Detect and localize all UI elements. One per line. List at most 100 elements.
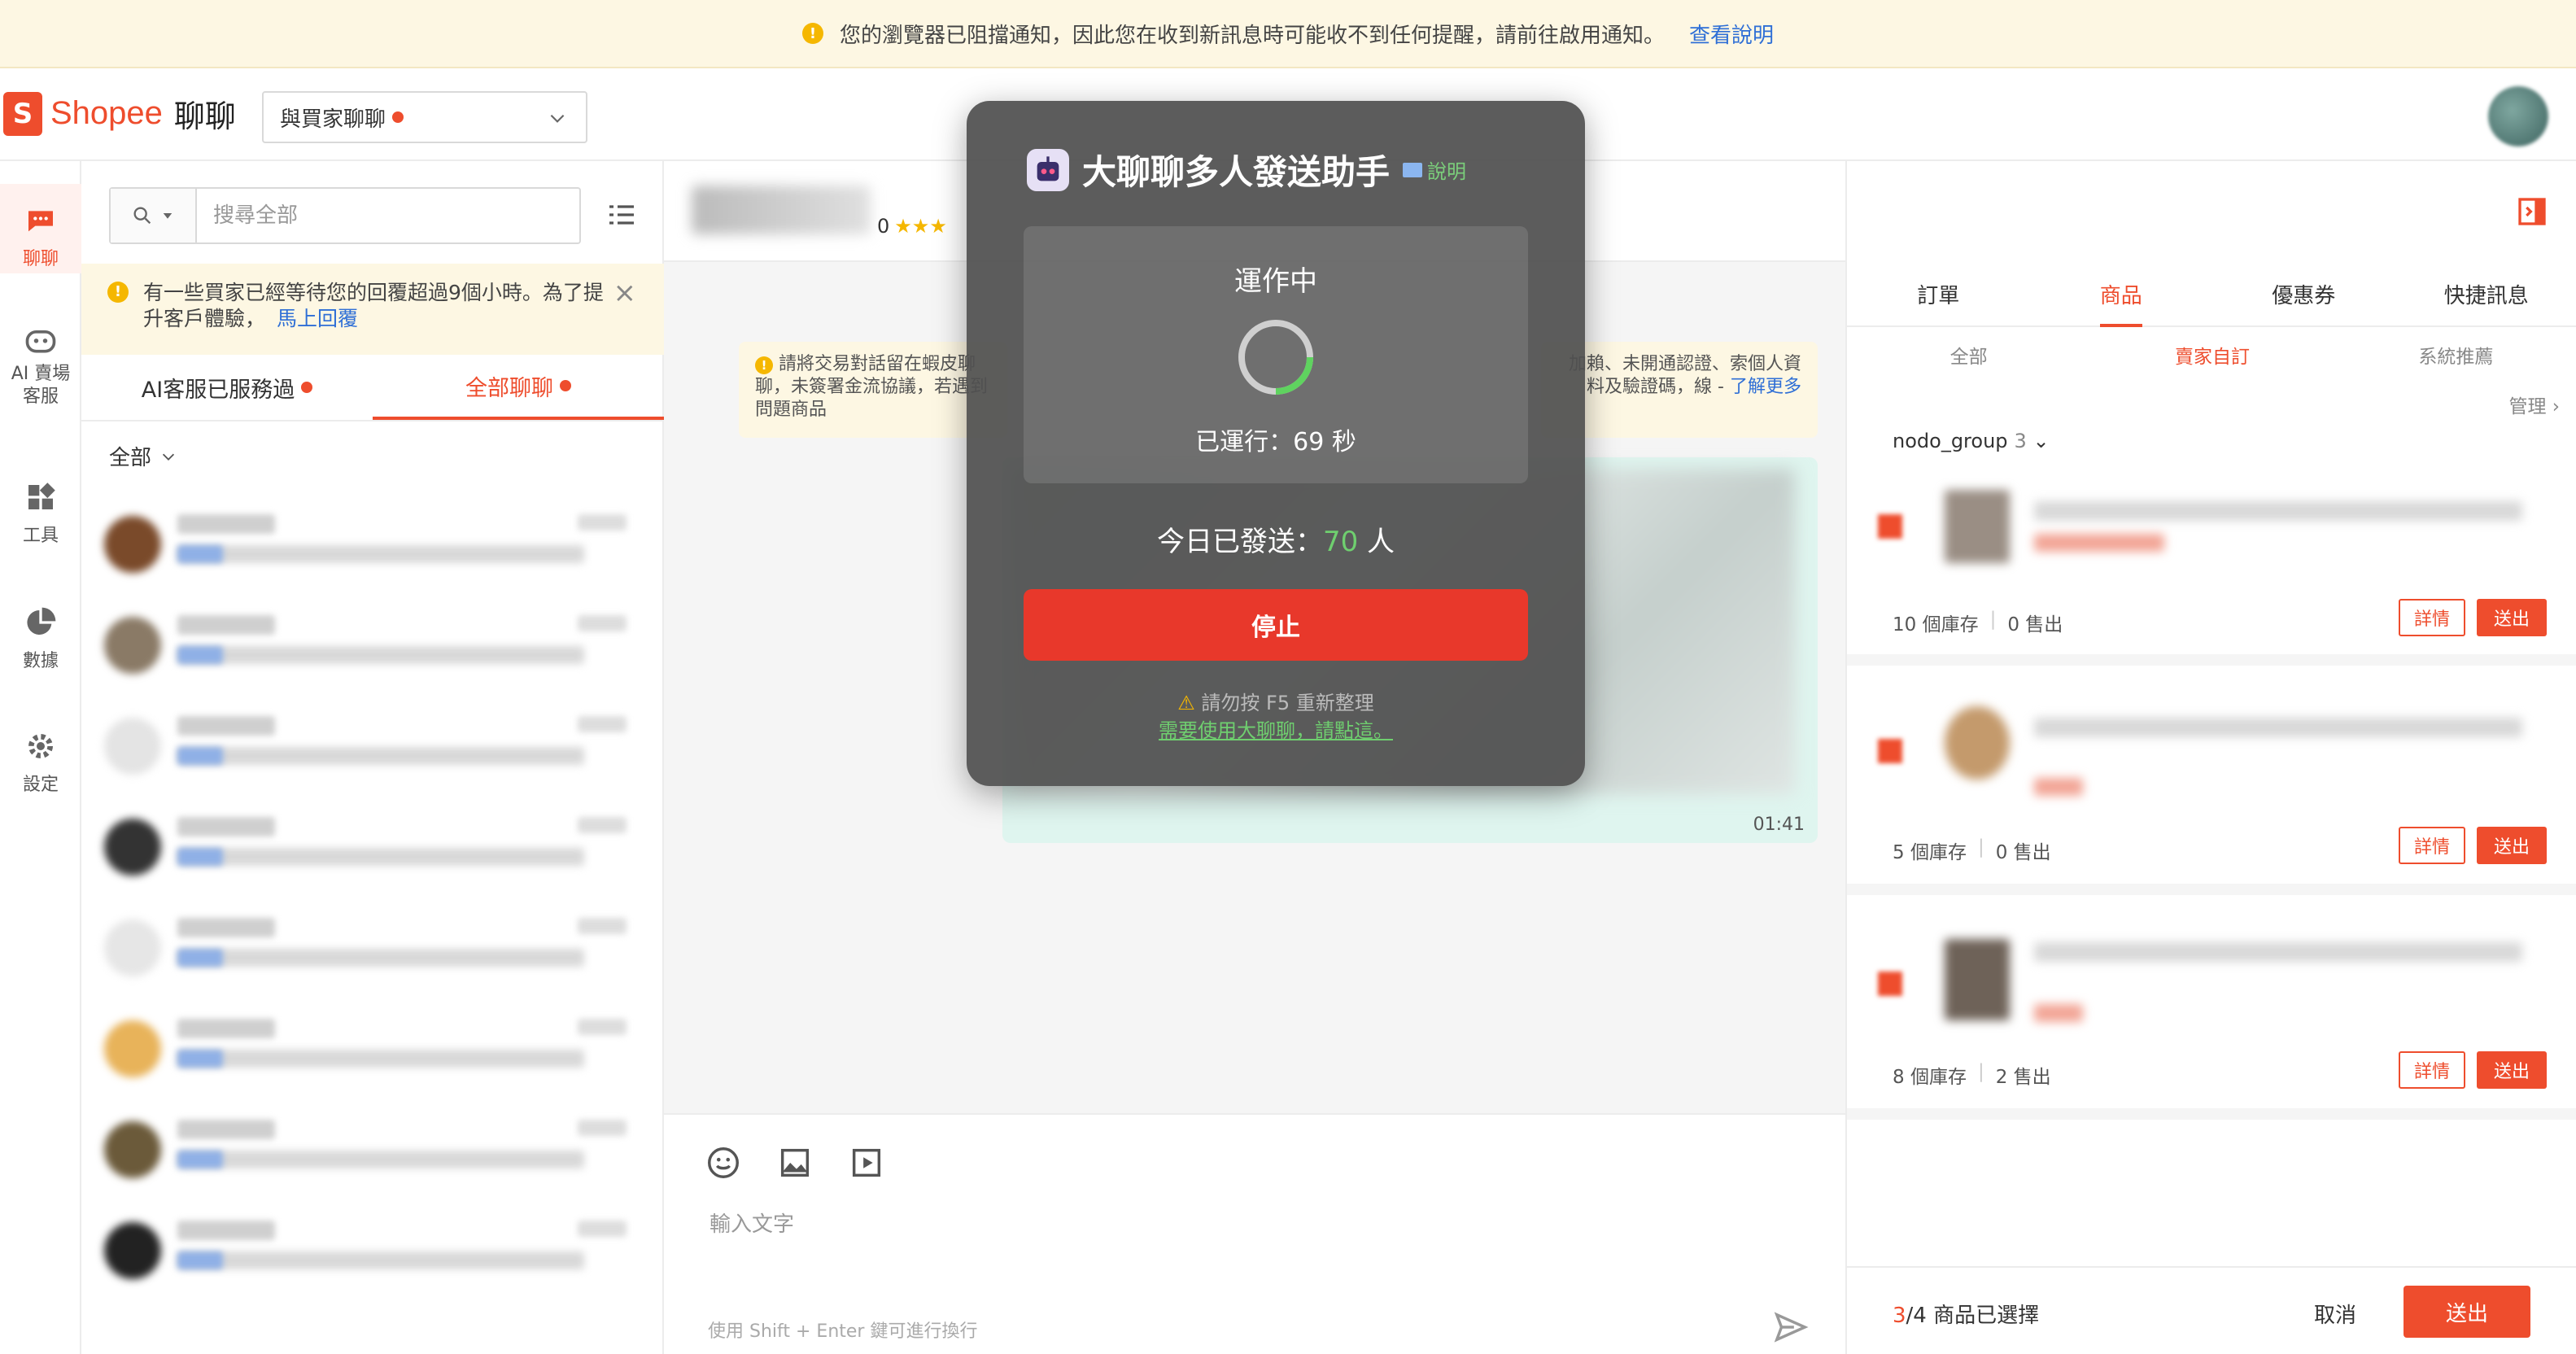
gear-icon — [22, 727, 59, 765]
tab-products[interactable]: 商品 — [2030, 262, 2213, 327]
nav-chat[interactable]: 聊聊 — [0, 184, 81, 273]
user-avatar[interactable] — [2488, 86, 2548, 146]
warning-triangle-icon: ⚠ — [1177, 692, 1195, 714]
product-detail-button[interactable]: 詳情 — [2399, 1051, 2465, 1089]
status-text: 運作中 — [1234, 265, 1317, 298]
collapse-panel-icon[interactable] — [2516, 195, 2548, 228]
emoji-icon[interactable] — [705, 1144, 742, 1181]
conversation-time — [578, 1120, 627, 1136]
product-detail-button[interactable]: 詳情 — [2399, 827, 2465, 864]
conversation-time — [578, 1221, 627, 1237]
avatar — [104, 617, 161, 674]
nav-chat-label: 聊聊 — [22, 249, 59, 269]
selected-count: 3/4 商品已選擇 — [1893, 1299, 2039, 1329]
nav-ai-service[interactable]: AI 賣場客服 — [0, 321, 81, 408]
list-item[interactable] — [81, 895, 664, 996]
nav-data[interactable]: 數據 — [0, 604, 81, 672]
nav-settings[interactable]: 設定 — [0, 727, 81, 796]
buyer-info[interactable] — [692, 186, 871, 234]
image-icon[interactable] — [776, 1144, 814, 1181]
pie-chart-icon — [22, 604, 59, 641]
conversation-tabs: AI客服已服務過 全部聊聊 — [81, 355, 664, 421]
send-icon[interactable] — [1772, 1308, 1810, 1346]
message-input[interactable]: 輸入文字 — [709, 1208, 794, 1238]
conversation-preview — [177, 1050, 584, 1068]
filter-list-icon[interactable] — [605, 199, 638, 231]
list-item[interactable] — [81, 491, 664, 592]
product-sold: 2 售出 — [1995, 1067, 2051, 1088]
view-help-link[interactable]: 查看說明 — [1689, 19, 1774, 49]
tab-orders[interactable]: 訂單 — [1847, 262, 2030, 325]
list-item[interactable] — [81, 693, 664, 794]
subtab-all[interactable]: 全部 — [1847, 330, 2090, 379]
conversation-tag — [177, 747, 223, 765]
product-badge — [1878, 514, 1902, 539]
product-card: 10 個庫存 | 0 售出 詳情 送出 — [1847, 465, 2576, 666]
input-hint: 使用 Shift + Enter 鍵可進行換行 — [708, 1321, 978, 1342]
product-send-button[interactable]: 送出 — [2477, 599, 2547, 636]
avatar — [104, 718, 161, 775]
filter-label: 全部 — [109, 446, 152, 470]
stop-button[interactable]: 停止 — [1024, 589, 1528, 661]
close-icon[interactable]: × — [613, 279, 637, 307]
search-input[interactable] — [197, 203, 579, 228]
manage-link[interactable]: 管理 › — [2508, 391, 2560, 418]
product-send-button[interactable]: 送出 — [2477, 827, 2547, 864]
sent-count: 70 — [1322, 526, 1359, 558]
browser-notification-bar: ! 您的瀏覽器已阻擋通知，因此您在收到新訊息時可能收不到任何提醒，請前往啟用通知… — [0, 0, 2576, 68]
avatar — [104, 516, 161, 573]
search-scope-dropdown[interactable] — [111, 189, 197, 242]
tab-all-chats[interactable]: 全部聊聊 — [373, 355, 664, 420]
product-title — [2034, 942, 2522, 962]
list-item[interactable] — [81, 592, 664, 693]
conversation-preview — [177, 1251, 584, 1269]
message-composer: 輸入文字 使用 Shift + Enter 鍵可進行換行 — [664, 1113, 1845, 1354]
reply-now-link[interactable]: 馬上回覆 — [277, 307, 358, 330]
elapsed-time: 已運行：69 秒 — [1195, 428, 1356, 456]
product-detail-button[interactable]: 詳情 — [2399, 599, 2465, 636]
product-thumbnail — [1945, 490, 2010, 563]
bulk-send-assistant-modal: 大聊聊多人發送助手 說明 運作中 已運行：69 秒 今日已發送：70 人 停止 … — [967, 101, 1585, 786]
video-icon[interactable] — [848, 1144, 885, 1181]
conversation-name — [177, 918, 275, 937]
product-send-button[interactable]: 送出 — [2477, 1051, 2547, 1089]
help-link[interactable]: 說明 — [1403, 155, 1466, 184]
product-group-dropdown[interactable]: nodo_group 3 ⌄ — [1893, 430, 2050, 452]
tab-quick-replies[interactable]: 快捷訊息 — [2395, 262, 2576, 325]
caret-down-icon — [163, 213, 172, 219]
chat-type-label: 與買家聊聊 — [280, 107, 386, 132]
cancel-button[interactable]: 取消 — [2314, 1299, 2356, 1329]
conversation-filter-dropdown[interactable]: 全部 — [109, 441, 177, 471]
divider: | — [1977, 836, 1984, 858]
product-stats: 8 個庫存 | 2 售出 — [1893, 1061, 2051, 1089]
right-panel-tabs: 訂單 商品 優惠券 快捷訊息 — [1847, 262, 2576, 327]
conversation-tag — [177, 949, 223, 967]
warning-icon: ! — [107, 282, 129, 303]
subtab-recommended[interactable]: 系統推薦 — [2334, 330, 2576, 379]
tab-ai-served[interactable]: AI客服已服務過 — [81, 355, 373, 420]
tab-vouchers[interactable]: 優惠券 — [2212, 262, 2395, 325]
status-box: 運作中 已運行：69 秒 — [1024, 226, 1528, 483]
promo-link[interactable]: 需要使用大聊聊，請點這。 — [967, 714, 1585, 743]
tab-all-chats-label: 全部聊聊 — [465, 375, 553, 401]
list-item[interactable] — [81, 1198, 664, 1299]
product-card: 5 個庫存 | 0 售出 詳情 送出 — [1847, 682, 2576, 895]
nav-tools[interactable]: 工具 — [0, 478, 81, 547]
shopee-logo[interactable]: S Shopee 聊聊 — [3, 91, 236, 136]
send-selected-button[interactable]: 送出 — [2404, 1286, 2530, 1338]
manage-label: 管理 — [2508, 396, 2547, 417]
list-item[interactable] — [81, 794, 664, 895]
buyer-rating: 0 ★★★ — [877, 215, 947, 238]
subtab-seller-custom[interactable]: 賣家自訂 — [2090, 330, 2334, 379]
rating-value: 0 — [877, 215, 890, 238]
product-sold: 0 售出 — [1995, 842, 2051, 863]
learn-more-link[interactable]: 了解更多 — [1730, 377, 1801, 397]
modal-title: 大聊聊多人發送助手 說明 — [1027, 145, 1466, 194]
list-item[interactable] — [81, 1097, 664, 1198]
conversation-list-panel: ! 有一些買家已經等待您的回覆超過9個小時。為了提升客戶體驗，馬上回覆 × AI… — [81, 161, 664, 1354]
selected-number: 3 — [1893, 1304, 1906, 1328]
list-item[interactable] — [81, 996, 664, 1097]
divider: | — [1977, 1061, 1984, 1082]
chat-type-dropdown[interactable]: 與買家聊聊 — [262, 91, 587, 143]
product-thumbnail — [1945, 939, 2010, 1020]
